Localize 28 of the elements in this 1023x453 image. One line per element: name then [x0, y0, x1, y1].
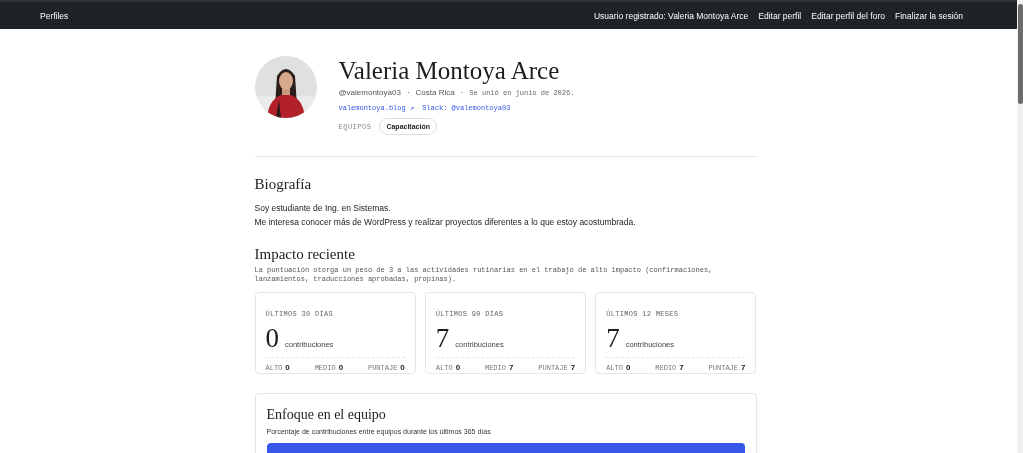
username: @valemontoya03: [338, 88, 401, 97]
section-heading: Impacto reciente: [254, 246, 356, 263]
nav-link[interactable]: Editar perfil del foro: [811, 10, 885, 21]
stat-value: 0: [338, 363, 344, 372]
stat-value: 0: [625, 363, 631, 372]
stat-value: 7: [570, 363, 576, 372]
contribution-count: 7: [606, 324, 620, 352]
stat-value: 0: [285, 363, 290, 372]
separator-dot: ·: [460, 88, 464, 97]
stat-value: 7: [741, 363, 746, 372]
contribution-count: 7: [435, 324, 450, 352]
nav-link[interactable]: Finalizar la sesión: [894, 10, 963, 21]
contribution-count: 0: [265, 324, 279, 352]
stat-value: 7: [679, 363, 684, 372]
nav-link[interactable]: Usuario registrado: Valeria Montoya Arce: [593, 10, 749, 21]
bio-text: Soy estudiante de Ing. en Sistemas.: [254, 202, 392, 215]
section-heading: Enfoque en el equipo: [266, 407, 387, 423]
stat-value: 0: [455, 363, 461, 372]
location: Costa Rica: [415, 88, 455, 97]
site-title[interactable]: Perfiles: [40, 10, 69, 21]
profile-name: Valeria Montoya Arce: [338, 56, 561, 86]
scrollbar[interactable]: [1017, 0, 1023, 453]
section-heading: Biografía: [254, 176, 313, 193]
stat-value: 0: [400, 363, 405, 372]
stat-value: 7: [508, 363, 514, 372]
bio-text: Me interesa conocer más de WordPress y realizar proyectos diferentes a lo que estoy acostumbrada.: [254, 216, 637, 229]
separator-dot: ·: [406, 88, 410, 97]
nav-link[interactable]: Editar perfil: [758, 10, 802, 21]
